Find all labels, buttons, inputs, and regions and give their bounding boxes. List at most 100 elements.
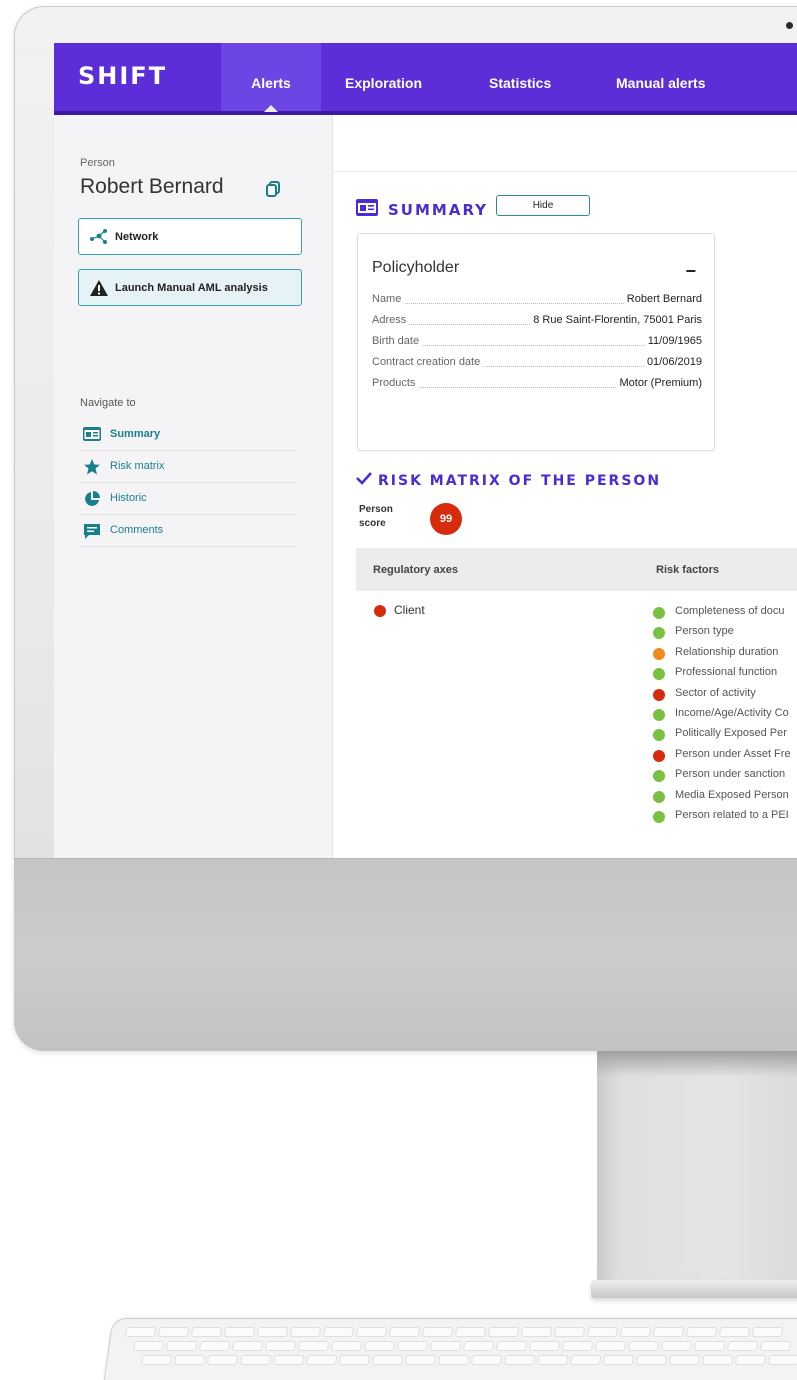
risk-factor-row[interactable]: Person under Asset Fre [653, 746, 797, 766]
collapse-button[interactable]: − [685, 261, 696, 282]
info-row-address: Adress 8 Rue Saint-Florentin, 75001 Paris [372, 314, 702, 330]
risk-factor-row[interactable]: Sector of activity [653, 685, 797, 705]
stand-foot [591, 1280, 797, 1298]
main-content: SUMMARY Hide Policyholder − Name Robert B… [334, 115, 797, 858]
stand-shadow [597, 1051, 797, 1077]
status-dot-green [653, 729, 665, 742]
risk-factor-row[interactable]: Media Exposed Person [653, 787, 797, 807]
row-value: Motor (Premium) [616, 377, 702, 389]
info-row-contract-date: Contract creation date 01/06/2019 [372, 356, 702, 372]
risk-factor-row[interactable]: Professional function [653, 664, 797, 684]
policyholder-card: Policyholder − Name Robert Bernard Adress… [357, 233, 715, 451]
keyboard [103, 1318, 797, 1380]
info-row-name: Name Robert Bernard [372, 293, 702, 309]
person-name: Robert Bernard [80, 175, 224, 198]
risk-factor-label: Sector of activity [675, 686, 756, 699]
info-row-products: Products Motor (Premium) [372, 377, 702, 393]
row-key: Name [372, 293, 405, 305]
navigate-to-heading: Navigate to [80, 397, 136, 409]
nav-item-historic[interactable]: Historic [80, 483, 298, 515]
risk-factor-row[interactable]: Politically Exposed Per [653, 725, 797, 745]
person-score-badge: 99 [430, 503, 462, 535]
nav-item-comments[interactable]: Comments [80, 515, 298, 547]
risk-factor-label: Income/Age/Activity Co [675, 707, 789, 719]
tab-statistics[interactable]: Statistics [489, 43, 551, 111]
row-value: 8 Rue Saint-Florentin, 75001 Paris [530, 314, 702, 326]
app-screen: SHIFT Alerts Exploration Statistics Manu… [54, 43, 797, 858]
status-dot-red [653, 749, 665, 762]
sidebar: Person Robert Bernard Network Launch Man… [54, 115, 333, 858]
app-logo[interactable]: SHIFT [78, 62, 167, 90]
risk-factor-label: Person related to a PEI [675, 809, 789, 821]
row-value: 11/09/1965 [644, 335, 702, 347]
risk-factor-label: Media Exposed Person [675, 788, 789, 801]
nav-item-summary[interactable]: Summary [80, 419, 298, 451]
risk-factor-row[interactable]: Relationship duration [653, 644, 797, 664]
row-value: 01/06/2019 [643, 356, 702, 368]
tab-exploration[interactable]: Exploration [345, 43, 422, 111]
row-key: Adress [372, 314, 410, 326]
monitor-stand [597, 1051, 797, 1287]
row-key: Birth date [372, 335, 423, 347]
status-dot-green [653, 627, 665, 640]
imac-scene: SHIFT Alerts Exploration Statistics Manu… [0, 0, 797, 1380]
launch-aml-analysis-button[interactable]: Launch Manual AML analysis [78, 269, 302, 306]
status-dot-orange [653, 647, 665, 660]
card-title: Policyholder [372, 259, 460, 276]
risk-factor-row[interactable]: Person type [653, 623, 797, 643]
status-dot-red [374, 605, 386, 617]
row-key: Contract creation date [372, 356, 484, 368]
checkmark-icon [356, 471, 372, 490]
star-icon [83, 458, 101, 479]
column-header-regulatory-axes: Regulatory axes [373, 564, 458, 576]
risk-factor-label: Person under Asset Fre [675, 747, 791, 760]
status-dot-green [653, 790, 665, 803]
summary-heading: SUMMARY [388, 201, 489, 219]
risk-matrix-heading: RISK MATRIX OF THE PERSON [378, 472, 662, 489]
column-header-risk-factors: Risk factors [656, 564, 719, 576]
axis-label: Client [394, 603, 425, 617]
risk-factor-label: Person type [675, 625, 734, 638]
row-value: Robert Bernard [623, 293, 702, 305]
nav-item-label: Comments [110, 524, 164, 536]
tab-alerts[interactable]: Alerts [221, 43, 321, 112]
summary-section-title: SUMMARY [356, 199, 488, 221]
risk-factor-row[interactable]: Person related to a PEI [653, 807, 797, 827]
pie-chart-icon [83, 490, 101, 511]
status-dot-green [653, 770, 665, 783]
status-dot-green [653, 668, 665, 681]
divider [334, 171, 797, 172]
risk-matrix-section-title: RISK MATRIX OF THE PERSON [356, 471, 661, 490]
copy-icon[interactable] [264, 180, 282, 198]
network-label: Network [115, 231, 159, 243]
risk-factor-row[interactable]: Person under sanction [653, 766, 797, 786]
person-label: Person [80, 157, 115, 169]
risk-matrix-header: Regulatory axes Risk factors [356, 548, 797, 591]
risk-factor-row[interactable]: Income/Age/Activity Co [653, 705, 797, 725]
camera-dot [786, 22, 793, 29]
row-key: Products [372, 377, 419, 389]
risk-factor-label: Completeness of docu [675, 605, 785, 617]
nav-item-label: Risk matrix [110, 460, 165, 472]
top-navigation: SHIFT Alerts Exploration Statistics Manu… [54, 43, 797, 115]
risk-factor-label: Relationship duration [675, 645, 779, 658]
risk-factor-label: Professional function [675, 666, 778, 679]
risk-factor-label: Politically Exposed Per [675, 727, 787, 740]
warning-icon [89, 279, 109, 300]
comment-icon [83, 522, 101, 543]
id-card-icon [83, 426, 101, 445]
network-button[interactable]: Network [78, 218, 302, 255]
status-dot-green [653, 709, 665, 721]
hide-button[interactable]: Hide [496, 195, 590, 216]
monitor-chin [14, 858, 797, 1051]
person-score-label: Person score [359, 504, 393, 529]
status-dot-green [653, 607, 665, 619]
nav-item-label: Historic [110, 492, 147, 504]
nav-item-risk-matrix[interactable]: Risk matrix [80, 451, 298, 483]
nav-item-label: Summary [110, 428, 161, 440]
tab-manual-alerts[interactable]: Manual alerts [616, 43, 705, 111]
risk-factor-row[interactable]: Completeness of docu [653, 603, 797, 623]
info-row-birth-date: Birth date 11/09/1965 [372, 335, 702, 351]
launch-aml-label: Launch Manual AML analysis [115, 282, 268, 294]
network-icon [89, 228, 109, 249]
